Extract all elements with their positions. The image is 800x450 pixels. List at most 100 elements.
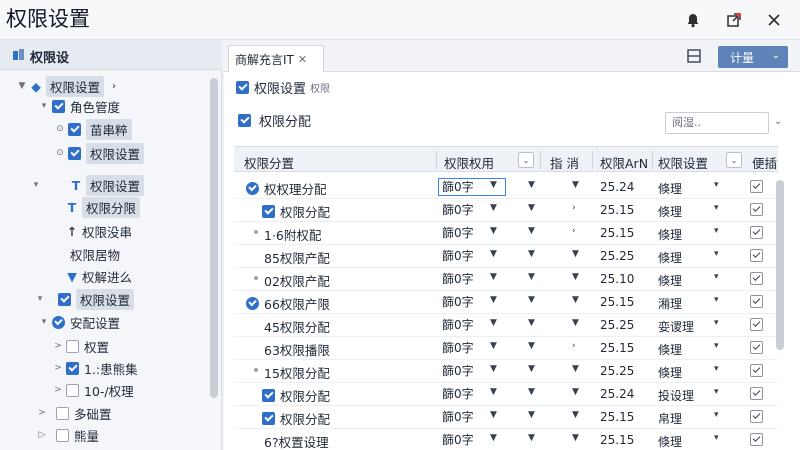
row-checkbox[interactable] (750, 295, 763, 308)
chevron-down-icon[interactable]: ▾ (714, 364, 719, 374)
tree-item[interactable]: > 多础置 (36, 403, 112, 423)
chevron-down-icon[interactable]: ▼ (528, 387, 535, 397)
row-checkbox[interactable] (750, 203, 763, 216)
tree-item[interactable]: ▾ T 权限设置 (30, 174, 145, 196)
chevron-down-icon[interactable]: ▼ (490, 272, 497, 282)
table-row[interactable]: 6?权置设理 篩0字 ▼ ▼ ▼ 25.15 倏理 ▾ (234, 429, 778, 450)
chevron-down-icon[interactable]: ▼ (572, 433, 579, 443)
chevron-down-icon[interactable]: ▾ (714, 410, 719, 420)
tree-item[interactable]: > 10-/权理 (52, 380, 134, 400)
tree-item[interactable]: ▷ 熊量 (36, 425, 99, 445)
chevron-down-icon[interactable]: ▼ (572, 249, 579, 259)
expand-icon[interactable]: ⊙ (54, 148, 66, 158)
tree-checkbox[interactable] (66, 383, 79, 397)
chevron-down-icon[interactable]: ▼ (572, 410, 579, 420)
tree-item[interactable]: ⊙ 苗串粹 (54, 118, 132, 140)
option-permission-assign[interactable]: 权限分配 (238, 111, 311, 130)
table-row[interactable]: 1·6附权配 篩0字 ▼ ▼ › 25.15 倏理 ▾ (234, 222, 778, 245)
column-header[interactable]: 指 消 (550, 153, 579, 172)
external-link-icon[interactable] (724, 10, 744, 30)
layout-icon[interactable] (686, 48, 702, 64)
column-header[interactable]: 权限设置 (658, 153, 708, 172)
chevron-down-icon[interactable]: ▾ (714, 226, 719, 236)
chevron-right-icon[interactable]: > (52, 385, 64, 395)
table-row[interactable]: 66权限产限 篩0字 ▼ ▼ ▼ 25.15 潲理 ▾ (234, 291, 778, 314)
tree-item[interactable]: 权限居物 (70, 244, 120, 264)
option-permission-settings[interactable]: 权限设置 权限 (236, 78, 330, 97)
chevron-down-icon[interactable]: ▼ (572, 387, 579, 397)
row-checkbox-icon[interactable] (262, 389, 275, 402)
chevron-down-icon[interactable]: ▾ (714, 249, 719, 259)
chevron-down-icon[interactable]: ▼ (490, 226, 497, 236)
row-checkbox[interactable] (750, 364, 763, 377)
tree-checkbox[interactable] (56, 428, 69, 442)
row-checkbox[interactable] (750, 410, 763, 423)
row-checkbox-icon[interactable] (262, 205, 275, 218)
chevron-down-icon[interactable]: ▼ (490, 364, 497, 374)
chevron-down-icon[interactable]: ▼ (490, 341, 497, 351)
row-checkbox-icon[interactable] (262, 412, 275, 425)
table-row[interactable]: 权限分配 篩0字 ▼ ▼ ▼ 25.24 投设理 ▾ (234, 383, 778, 406)
table-scrollbar[interactable] (776, 180, 784, 350)
expand-icon[interactable]: ⊙ (54, 124, 66, 134)
chevron-down-icon[interactable]: ▼ (528, 203, 535, 213)
option-checkbox[interactable] (236, 81, 249, 94)
column-filter-button[interactable]: ⌄ (726, 152, 742, 168)
chevron-down-icon[interactable]: ▾ (714, 433, 719, 443)
table-row[interactable]: 63权限播限 篩0字 ▼ ▼ › 25.15 倏理 ▾ (234, 337, 778, 360)
chevron-down-icon[interactable]: ▼ (490, 180, 497, 190)
bell-icon[interactable] (683, 10, 703, 30)
tree-item[interactable]: ▾ 安配设置 (38, 312, 120, 332)
column-filter-button[interactable]: ⌄ (518, 152, 534, 168)
chevron-down-icon[interactable]: ▼ (528, 364, 535, 374)
tab-main[interactable]: 商解充言IT ✕ (228, 45, 324, 72)
tree-item[interactable]: > 权置 (52, 336, 109, 356)
tree-item[interactable]: T 权限分限 (56, 196, 141, 218)
tree-checkbox[interactable] (56, 406, 69, 420)
table-row[interactable]: 15权限分配 篩0字 ▼ ▼ ▼ 25.25 倏理 ▾ (234, 360, 778, 383)
table-row[interactable]: 权限分配 篩0字 ▼ ▼ ▼ 25.15 帛理 ▾ (234, 406, 778, 429)
chevron-down-icon[interactable]: ▼ (572, 295, 579, 305)
column-header[interactable]: 权限ArN (600, 153, 648, 172)
tree-checkbox[interactable] (66, 339, 79, 353)
chevron-down-icon[interactable]: ▼ (528, 180, 535, 190)
tree-item-root[interactable]: ▼ ◆ 权限设置 › (16, 75, 116, 97)
chevron-right-icon[interactable]: > (52, 341, 64, 351)
column-header[interactable]: 权限权用 (444, 153, 494, 172)
chevron-down-icon[interactable]: ▼ (528, 226, 535, 236)
chevron-down-icon[interactable]: ▾ (714, 180, 719, 190)
chevron-down-icon[interactable]: ⌄ (774, 116, 782, 127)
chevron-down-icon[interactable]: ▼ (528, 295, 535, 305)
column-header[interactable]: 便插 (752, 153, 777, 172)
chevron-right-icon[interactable]: › (572, 226, 576, 236)
chevron-down-icon[interactable]: ▼ (490, 387, 497, 397)
chevron-down-icon[interactable]: ▾ (714, 203, 719, 213)
chevron-down-icon[interactable]: ▼ (490, 295, 497, 305)
chevron-down-icon[interactable]: ▼ (528, 433, 535, 443)
chevron-right-icon[interactable]: › (572, 341, 576, 351)
row-checkbox[interactable] (750, 180, 763, 193)
row-checkbox[interactable] (750, 341, 763, 354)
tree-item[interactable]: ▼ 权解进么 (66, 266, 132, 286)
row-checkbox[interactable] (750, 387, 763, 400)
chevron-down-icon[interactable]: ▼ (528, 410, 535, 420)
chevron-down-icon[interactable]: ▼ (572, 180, 579, 190)
chevron-down-icon[interactable]: ▾ (714, 387, 719, 397)
chevron-down-icon[interactable]: ▼ (572, 318, 579, 328)
row-checkbox[interactable] (750, 249, 763, 262)
table-row[interactable]: 02权限产配 篩0字 ▼ ▼ ▼ 25.10 倏理 ▾ (234, 268, 778, 291)
chevron-down-icon[interactable]: ▼ (528, 341, 535, 351)
row-checkbox[interactable] (750, 226, 763, 239)
left-scrollbar[interactable] (210, 78, 218, 398)
tree-item[interactable]: ▾ 角色管度 (38, 96, 120, 116)
tree-item[interactable]: > 1.:患熊集 (52, 358, 138, 378)
tree-item[interactable]: ⊙ 权限设置 (54, 142, 145, 164)
chevron-down-icon[interactable]: ▾ (714, 341, 719, 351)
chevron-down-icon[interactable]: ▾ (714, 295, 719, 305)
chevron-down-icon[interactable]: ▼ (490, 203, 497, 213)
row-checkbox[interactable] (750, 433, 763, 446)
chevron-down-icon[interactable]: ▼ (528, 318, 535, 328)
chevron-right-icon[interactable]: › (112, 81, 116, 92)
chevron-down-icon[interactable]: ▾ (714, 318, 719, 328)
tree-checkbox[interactable] (58, 292, 71, 306)
